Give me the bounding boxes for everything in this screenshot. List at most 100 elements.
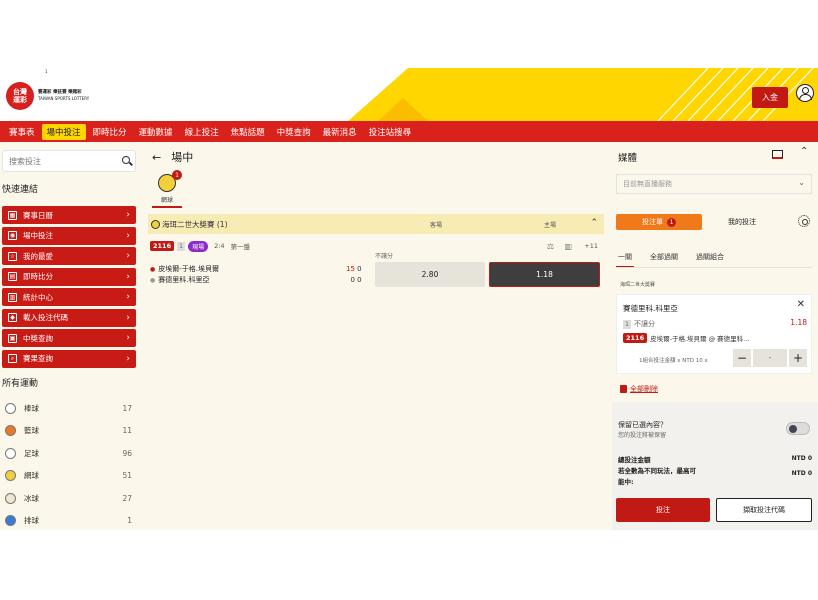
- collapse-chevron-icon[interactable]: ⌃: [590, 218, 598, 228]
- slip-match-code: 2116: [623, 333, 648, 343]
- sport-item[interactable]: 籃球 11: [0, 420, 138, 443]
- clear-all-button[interactable]: 全部刪除: [620, 384, 658, 394]
- active-tab-underline: [152, 206, 182, 208]
- quick-link-2[interactable]: ☆ 我的最愛 ›: [2, 247, 136, 265]
- tab-single[interactable]: 一關: [616, 252, 634, 267]
- page: 台灣 運彩 賽運彩 樂註賽 樂賭彩 TAIWAN SPORTS LOTTERY …: [0, 68, 818, 530]
- serving-dot-icon: ●: [150, 266, 156, 273]
- tab-parlay-combo[interactable]: 過關組合: [694, 252, 726, 267]
- slip-match-text: 皮埃爾-于格.埃貝爾 @ 賽德里科...: [650, 335, 750, 343]
- stats-icon[interactable]: ⚖: [547, 242, 554, 251]
- max-win-label-line2: 能中:: [618, 478, 634, 486]
- team2-game-score: 0: [357, 276, 362, 284]
- league-header[interactable]: 海珥二世大獎賽 (1) 客場 主場 ⌃: [148, 214, 604, 234]
- sport-name: 足球: [24, 448, 39, 458]
- nav-item-1[interactable]: 場中投注: [41, 123, 86, 140]
- sport-item[interactable]: 棒球 17: [0, 397, 138, 420]
- more-markets-link[interactable]: +11: [584, 242, 598, 250]
- chevron-right-icon: ›: [126, 333, 130, 343]
- tab-my-bets[interactable]: 我的投注: [714, 217, 770, 227]
- sport-item[interactable]: 冰球 27: [0, 487, 138, 510]
- logo-mark: 台灣 運彩: [6, 82, 34, 110]
- quick-link-0[interactable]: ▦ 賽事日曆 ›: [2, 206, 136, 224]
- tab-all-parlay[interactable]: 全部過關: [648, 252, 680, 267]
- logo-text: 賽運彩 樂註賽 樂賭彩 TAIWAN SPORTS LOTTERY: [38, 90, 89, 102]
- chart-icon[interactable]: ▥: [564, 242, 572, 251]
- bet-type-tabs: 一關 全部過關 過關組合: [616, 252, 812, 268]
- close-icon[interactable]: ✕: [797, 299, 805, 310]
- nav-item-6[interactable]: 中獎查詢: [272, 124, 316, 140]
- live-betting-panel: ← 場中 1 網球 海珥二世大獎賽 (1) 客場 主場 ⌃ 2116 1 現場 …: [146, 142, 606, 530]
- sport-tab-tennis[interactable]: 1 網球: [152, 170, 182, 208]
- sport-count: 17: [122, 403, 132, 413]
- quick-links-title: 快速連結: [2, 185, 39, 195]
- nav-item-7[interactable]: 最新消息: [318, 124, 362, 140]
- sport-count-badge: 1: [172, 170, 182, 180]
- sport-item[interactable]: 網球 51: [0, 465, 138, 488]
- quick-link-1[interactable]: ◉ 場中投注 ›: [2, 226, 136, 245]
- sport-count: 96: [122, 448, 132, 458]
- stake-input[interactable]: -: [753, 349, 787, 367]
- nav-item-0[interactable]: 賽事表: [4, 124, 40, 140]
- nav-item-8[interactable]: 投注站搜尋: [364, 124, 417, 140]
- period-label: 第一盤: [230, 243, 251, 251]
- header: 台灣 運彩 賽運彩 樂註賽 樂賭彩 TAIWAN SPORTS LOTTERY …: [0, 68, 818, 121]
- sport-name: 籃球: [24, 426, 39, 436]
- basketball-icon: [5, 425, 16, 437]
- tennis-icon: [5, 470, 16, 482]
- stake-stepper: − - +: [731, 349, 807, 367]
- search-input[interactable]: [3, 151, 113, 171]
- chevron-right-icon: ›: [126, 271, 130, 282]
- search-icon[interactable]: [122, 156, 130, 164]
- deposit-button[interactable]: 入金: [752, 87, 788, 108]
- team-names[interactable]: ● 皮埃爾-于格.埃貝爾 ● 賽德里科.科里亞: [150, 264, 219, 286]
- sports-list: 棒球 17 籃球 11 足球 96 網球 51 冰球 27 排球 1: [0, 397, 138, 530]
- nav-item-5[interactable]: 焦點話題: [226, 124, 270, 140]
- gear-icon[interactable]: [798, 215, 810, 227]
- slip-match: 2116 皮埃爾-于格.埃貝爾 @ 賽德里科...: [623, 333, 749, 343]
- search-box: [2, 150, 136, 172]
- quick-link-5[interactable]: ◆ 載入投注代碼 ›: [2, 308, 136, 327]
- ticket-icon: ▣: [8, 333, 17, 343]
- quick-link-3[interactable]: ▤ 即時比分 ›: [2, 267, 136, 286]
- soccer-icon: [5, 447, 16, 459]
- back-arrow-icon[interactable]: ←: [152, 151, 161, 164]
- quick-link-4[interactable]: ▥ 統計中心 ›: [2, 288, 136, 306]
- nav-item-3[interactable]: 運動數據: [134, 124, 178, 140]
- monitor-icon[interactable]: [772, 150, 783, 159]
- tab-betslip[interactable]: 投注單 1: [616, 214, 702, 230]
- keep-selection-title: 保留已選內容？: [618, 421, 667, 429]
- away-column-label: 客場: [430, 221, 443, 229]
- quick-link-6[interactable]: ▣ 中獎查詢 ›: [2, 329, 136, 347]
- league-name: 海珥二世大獎賽 (1): [162, 219, 228, 229]
- page-title: 場中: [171, 151, 194, 164]
- sport-name: 網球: [24, 471, 39, 481]
- quick-link-label: 即時比分: [23, 272, 53, 281]
- calendar-icon: ▦: [8, 210, 17, 220]
- site-logo[interactable]: 台灣 運彩 賽運彩 樂註賽 樂賭彩 TAIWAN SPORTS LOTTERY: [6, 82, 89, 110]
- decrease-stake-button[interactable]: −: [733, 349, 751, 367]
- sport-item[interactable]: 足球 96: [0, 442, 138, 465]
- nav-item-4[interactable]: 線上投注: [180, 124, 224, 140]
- odds-home-button[interactable]: 1.18: [489, 262, 600, 287]
- team2-row: ● 賽德里科.科里亞: [150, 275, 219, 286]
- total-stake-label: 總投注金額: [618, 456, 651, 464]
- odds-away-button[interactable]: 2.80: [375, 262, 485, 287]
- team1-point-score: 15: [346, 265, 355, 273]
- sport-item[interactable]: 排球 1: [0, 510, 138, 531]
- quick-link-7[interactable]: ⌕ 賽果查詢 ›: [2, 349, 136, 368]
- match-number-square: 1: [177, 241, 186, 251]
- broadcast-icon: ◉: [8, 231, 17, 240]
- live-stream-select[interactable]: 目前無直播服務 ⌄: [616, 174, 812, 194]
- volleyball-icon: [5, 515, 16, 527]
- get-bet-code-button[interactable]: 擷取投注代碼: [716, 498, 812, 522]
- quick-link-label: 我的最愛: [23, 251, 53, 261]
- increase-stake-button[interactable]: +: [789, 349, 807, 367]
- user-icon[interactable]: [796, 84, 814, 102]
- page-header: ← 場中: [152, 149, 193, 165]
- keep-selection-toggle[interactable]: [786, 422, 810, 435]
- collapse-chevron-icon[interactable]: ⌃: [800, 146, 808, 157]
- sport-name: 排球: [24, 516, 39, 526]
- nav-item-2[interactable]: 即時比分: [88, 124, 132, 140]
- place-bet-button[interactable]: 投注: [616, 498, 710, 522]
